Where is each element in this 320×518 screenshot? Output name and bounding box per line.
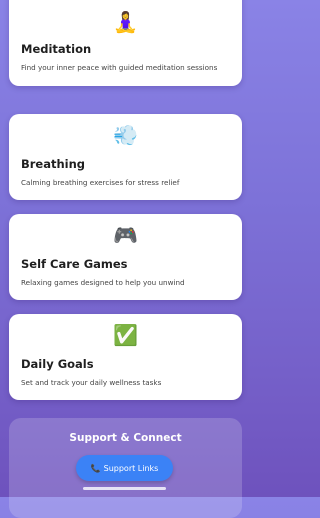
- card-title: Breathing: [21, 157, 86, 171]
- support-links-label: Support Links: [103, 463, 159, 473]
- card-description: Calming breathing exercises for stress r…: [21, 178, 180, 187]
- card-title: Meditation: [21, 42, 92, 56]
- wind-icon: 💨: [113, 123, 138, 147]
- meditation-card[interactable]: 🧘‍♀️ Meditation Find your inner peace wi…: [9, 0, 242, 86]
- card-title: Daily Goals: [21, 357, 94, 371]
- phone-icon: 📞: [90, 463, 101, 473]
- self-care-games-card[interactable]: 🎮 Self Care Games Relaxing games designe…: [9, 214, 242, 300]
- support-title: Support & Connect: [69, 432, 182, 444]
- card-description: Set and track your daily wellness tasks: [21, 378, 162, 387]
- game-controller-icon: 🎮: [113, 223, 138, 247]
- card-description: Find your inner peace with guided medita…: [21, 63, 218, 72]
- meditation-icon: 🧘‍♀️: [113, 10, 138, 34]
- card-description: Relaxing games designed to help you unwi…: [21, 278, 185, 287]
- check-mark-icon: ✅: [113, 323, 138, 347]
- card-title: Self Care Games: [21, 257, 128, 271]
- daily-goals-card[interactable]: ✅ Daily Goals Set and track your daily w…: [9, 314, 242, 400]
- support-links-button[interactable]: 📞 Support Links: [76, 455, 173, 481]
- support-section: Support & Connect 📞 Support Links: [9, 418, 242, 518]
- home-indicator[interactable]: [83, 487, 166, 490]
- breathing-card[interactable]: 💨 Breathing Calming breathing exercises …: [9, 114, 242, 200]
